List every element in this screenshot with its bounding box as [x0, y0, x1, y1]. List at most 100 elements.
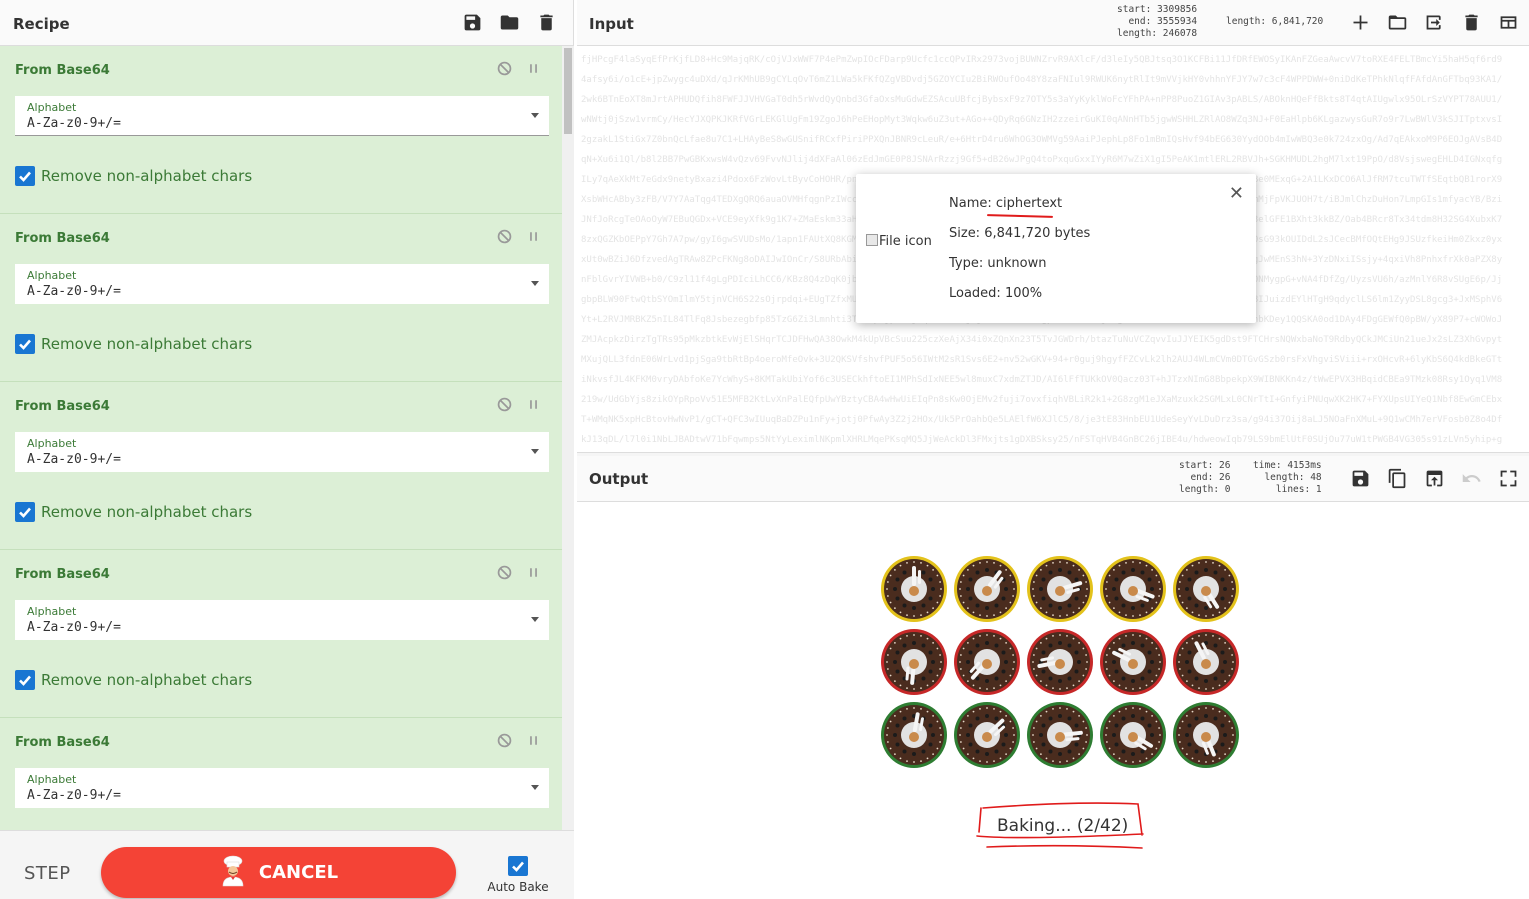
maximize-icon[interactable] — [1496, 466, 1521, 491]
checkbox-label: Remove non-alphabet chars — [41, 671, 253, 689]
output-title: Output — [589, 470, 649, 488]
input-title: Input — [589, 15, 634, 33]
operation-title: From Base64 — [15, 231, 110, 246]
disable-icon[interactable] — [496, 396, 513, 417]
input-length-stat: length: 6,841,720 — [1226, 16, 1324, 27]
operation-title: From Base64 — [15, 63, 110, 78]
baking-chip-icon — [1173, 702, 1239, 768]
auto-bake-toggle[interactable]: Auto Bake — [487, 856, 549, 894]
baking-chip-icon — [954, 629, 1020, 695]
save-output-icon[interactable] — [1348, 466, 1373, 491]
baking-chip-icon — [1173, 556, 1239, 622]
operation-from-base64[interactable]: From Base64 Alphabet A-Za-z0-9+/= Remove… — [0, 550, 562, 718]
file-loaded-label: Loaded: — [949, 286, 1001, 301]
pause-icon[interactable] — [525, 60, 542, 81]
disable-icon[interactable] — [496, 228, 513, 249]
alphabet-select[interactable]: Alphabet A-Za-z0-9+/= — [15, 96, 549, 136]
open-file-icon[interactable] — [1422, 10, 1447, 35]
alphabet-select[interactable]: Alphabet A-Za-z0-9+/= — [15, 432, 549, 472]
recipe-header: Recipe — [0, 0, 573, 46]
alphabet-select[interactable]: Alphabet A-Za-z0-9+/= — [15, 768, 549, 808]
disable-icon[interactable] — [496, 564, 513, 585]
operation-title: From Base64 — [15, 735, 110, 750]
output-start: 26 — [1219, 460, 1231, 471]
chevron-down-icon[interactable] — [531, 617, 539, 622]
copy-icon[interactable] — [1385, 466, 1410, 491]
file-name-value: ciphertext — [995, 196, 1063, 211]
operation-from-base64[interactable]: From Base64 Alphabet A-Za-z0-9+/= Remove… — [0, 46, 562, 214]
cancel-button[interactable]: CANCEL — [101, 847, 456, 898]
output-area[interactable]: Baking... (2/42) — [577, 502, 1529, 899]
checkbox-checked-icon[interactable] — [15, 334, 35, 354]
open-folder-icon[interactable] — [1385, 10, 1410, 35]
baking-chip-icon — [881, 629, 947, 695]
operation-from-base64[interactable]: From Base64 Alphabet A-Za-z0-9+/= Remove… — [0, 382, 562, 550]
add-tab-icon[interactable] — [1348, 10, 1373, 35]
disable-icon[interactable] — [496, 60, 513, 81]
chevron-down-icon[interactable] — [531, 281, 539, 286]
alphabet-value: A-Za-z0-9+/= — [27, 116, 121, 131]
checkbox-checked-icon[interactable] — [15, 502, 35, 522]
output-lines: 1 — [1315, 484, 1322, 495]
input-text-line: qN+Xu6i1Ql/b8l2BB7PwGBKxwsW4vQzv69FvvNJl… — [581, 155, 1503, 165]
alphabet-label: Alphabet — [27, 437, 77, 450]
checkbox-label: Remove non-alphabet chars — [41, 167, 253, 185]
folder-icon[interactable] — [497, 10, 522, 35]
baking-chip-icon — [954, 556, 1020, 622]
operation-from-base64[interactable]: From Base64 Alphabet A-Za-z0-9+/= — [0, 718, 562, 830]
input-text-line: 4afsy6i/o1cE+jpZwygc4uDXd/qJrKMhUB9gCYLq… — [581, 75, 1503, 85]
checkbox-checked-icon[interactable] — [15, 670, 35, 690]
save-icon[interactable] — [460, 10, 485, 35]
checkbox-checked-icon[interactable] — [508, 856, 528, 876]
cancel-label: CANCEL — [258, 862, 339, 883]
baking-chip-icon — [954, 702, 1020, 768]
trash-icon[interactable] — [534, 10, 559, 35]
undo-icon[interactable] — [1459, 466, 1484, 491]
close-icon[interactable]: ✕ — [1229, 183, 1244, 204]
file-size-row: Size: 6,841,720 bytes — [949, 226, 1090, 256]
chevron-down-icon[interactable] — [531, 113, 539, 118]
file-size-value: 6,841,720 bytes — [984, 226, 1091, 241]
replace-input-icon[interactable] — [1422, 466, 1447, 491]
alphabet-value: A-Za-z0-9+/= — [27, 620, 121, 635]
alphabet-select[interactable]: Alphabet A-Za-z0-9+/= — [15, 264, 549, 304]
input-text-line: iNkvsfJL4KFKM0vryDAbfoKe7YcWhyS+8KMTakUb… — [581, 375, 1503, 385]
baking-chip-icon — [1100, 702, 1166, 768]
disable-icon[interactable] — [496, 732, 513, 753]
step-button[interactable]: STEP — [24, 863, 71, 884]
clear-input-icon[interactable] — [1459, 10, 1484, 35]
output-time: 4153ms — [1287, 460, 1322, 471]
checkbox-checked-icon[interactable] — [15, 166, 35, 186]
remove-non-alphabet-checkbox[interactable]: Remove non-alphabet chars — [15, 334, 252, 354]
operation-title: From Base64 — [15, 567, 110, 582]
alphabet-label: Alphabet — [27, 269, 77, 282]
recipe-scrollbar[interactable] — [562, 46, 574, 830]
chevron-down-icon[interactable] — [531, 785, 539, 790]
file-icon-alt: File icon — [879, 234, 932, 249]
file-name-row: Name: ciphertext — [949, 196, 1090, 226]
remove-non-alphabet-checkbox[interactable]: Remove non-alphabet chars — [15, 502, 252, 522]
baking-chip-icon — [881, 702, 947, 768]
alphabet-value: A-Za-z0-9+/= — [27, 452, 121, 467]
scrollbar-thumb[interactable] — [564, 48, 572, 134]
pause-icon[interactable] — [525, 396, 542, 417]
pause-icon[interactable] — [525, 732, 542, 753]
alphabet-select[interactable]: Alphabet A-Za-z0-9+/= — [15, 600, 549, 640]
alphabet-label: Alphabet — [27, 773, 77, 786]
alphabet-label: Alphabet — [27, 101, 77, 114]
pause-icon[interactable] — [525, 564, 542, 585]
remove-non-alphabet-checkbox[interactable]: Remove non-alphabet chars — [15, 670, 252, 690]
alphabet-value: A-Za-z0-9+/= — [27, 788, 121, 803]
file-loaded-row: Loaded: 100% — [949, 286, 1090, 316]
layout-icon[interactable] — [1496, 10, 1521, 35]
baking-chip-icon — [1100, 629, 1166, 695]
operation-from-base64[interactable]: From Base64 Alphabet A-Za-z0-9+/= Remove… — [0, 214, 562, 382]
remove-non-alphabet-checkbox[interactable]: Remove non-alphabet chars — [15, 166, 252, 186]
input-text-line: 2gzakL1StiGx7Z0bnQcLfae8u7C1+LHAyBeS8wGU… — [581, 135, 1503, 145]
chevron-down-icon[interactable] — [531, 449, 539, 454]
input-total-length: 6,841,720 — [1271, 16, 1324, 27]
pause-icon[interactable] — [525, 228, 542, 249]
bake-controls: STEP CANCEL Auto Bake — [0, 830, 574, 899]
file-name-label: Name: — [949, 196, 992, 211]
file-loaded-value: 100% — [1004, 286, 1043, 301]
